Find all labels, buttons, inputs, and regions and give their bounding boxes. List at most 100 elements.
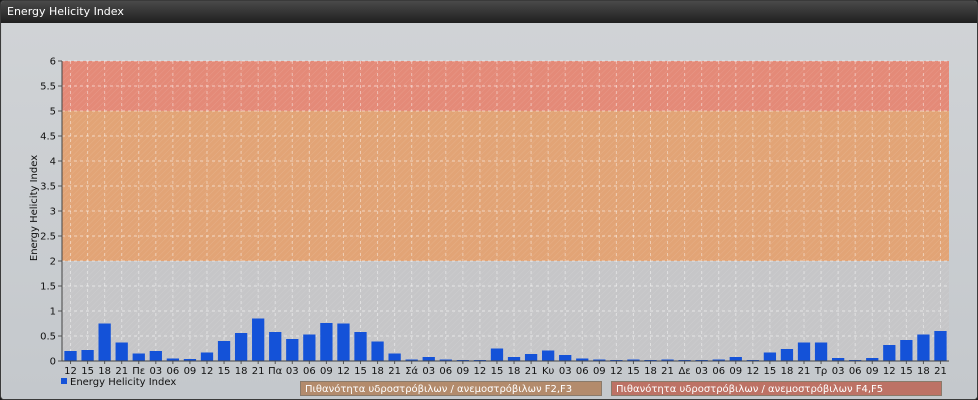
x-tick-label: 12 — [201, 366, 214, 377]
bar — [900, 340, 913, 361]
x-tick-label: 18 — [781, 366, 794, 377]
x-tick-label: 15 — [218, 366, 231, 377]
legend-swatch — [61, 378, 67, 384]
x-tick-label: Δε — [678, 366, 690, 377]
y-tick-label: 4 — [50, 157, 56, 168]
y-tick-label: 5.5 — [40, 82, 56, 93]
bar — [286, 339, 299, 361]
bar — [149, 351, 162, 361]
x-tick-label: 18 — [508, 366, 521, 377]
bar — [303, 334, 316, 361]
x-tick-label: 09 — [320, 366, 333, 377]
x-tick-label: 15 — [764, 366, 777, 377]
x-tick-label: 15 — [354, 366, 367, 377]
x-tick-label: 15 — [627, 366, 640, 377]
y-axis-label: Energy Helicity Index — [29, 155, 40, 261]
x-tick-label: 06 — [303, 366, 316, 377]
x-tick-label: 09 — [456, 366, 469, 377]
legend-label: Energy Helicity Index — [70, 377, 177, 388]
bar — [354, 332, 367, 361]
x-tick-label: 12 — [610, 366, 623, 377]
x-tick-label: 06 — [712, 366, 725, 377]
x-tick-label: 21 — [798, 366, 811, 377]
bar — [320, 323, 333, 361]
bar — [64, 351, 77, 361]
x-tick-label: 21 — [525, 366, 538, 377]
x-tick-label: Πα — [268, 366, 283, 377]
bar — [524, 354, 538, 361]
y-tick-label: 1.5 — [40, 282, 56, 293]
x-tick-label: 21 — [388, 366, 401, 377]
x-tick-label: 09 — [729, 366, 742, 377]
bar — [490, 348, 504, 361]
x-tick-label: 21 — [661, 366, 674, 377]
x-tick-label: 03 — [286, 366, 299, 377]
bar — [115, 342, 128, 361]
x-tick-label: 18 — [371, 366, 384, 377]
bar — [81, 350, 94, 361]
bar — [917, 334, 930, 361]
x-tick-label: 09 — [184, 366, 197, 377]
x-tick-label: 15 — [491, 366, 504, 377]
x-tick-label: 06 — [439, 366, 452, 377]
bar — [388, 353, 401, 361]
y-tick-label: 0.5 — [40, 332, 56, 343]
bar — [337, 323, 350, 361]
zone-legend-f4f5: Πιθανότητα υδροστρόβιλων / ανεμοστρόβιλω… — [611, 381, 942, 396]
x-tick-label: Κυ — [542, 366, 555, 377]
x-tick-label: 15 — [900, 366, 913, 377]
bar — [234, 333, 248, 361]
x-tick-label: 12 — [746, 366, 759, 377]
y-tick-label: 6 — [50, 57, 56, 68]
y-tick-label: 2 — [50, 257, 56, 268]
bar — [883, 345, 896, 361]
legend-entry: Energy Helicity Index — [61, 376, 176, 390]
bar — [371, 341, 384, 361]
x-tick-label: 03 — [422, 366, 435, 377]
x-tick-label: 21 — [934, 366, 947, 377]
x-tick-label: 03 — [832, 366, 845, 377]
bar — [422, 357, 435, 361]
x-tick-label: 03 — [559, 366, 572, 377]
y-tick-label: 1 — [50, 307, 56, 318]
bar — [542, 350, 555, 361]
bar — [132, 353, 145, 361]
bar — [217, 341, 231, 361]
x-tick-label: 21 — [252, 366, 265, 377]
x-tick-label: 12 — [337, 366, 350, 377]
zone-legend-f4f5-label: Πιθανότητα υδροστρόβιλων / ανεμοστρόβιλω… — [616, 384, 884, 395]
bar — [729, 357, 742, 361]
bar — [269, 332, 282, 361]
y-tick-label: 3 — [50, 207, 56, 218]
bar — [780, 349, 794, 361]
zone-legend-f2f3-label: Πιθανότητα υδροστρόβιλων / ανεμοστρόβιλω… — [305, 384, 573, 395]
y-tick-label: 5 — [50, 107, 56, 118]
x-tick-label: 09 — [866, 366, 879, 377]
chart-panel: Energy Helicity Index 0 0.5 1 1.5 2 2.5 3 3.5 4 4… — [0, 0, 978, 400]
x-tick-label: 06 — [576, 366, 589, 377]
x-tick-label: 18 — [235, 366, 248, 377]
bar — [200, 352, 214, 361]
x-tick-label: 12 — [474, 366, 487, 377]
x-tick-label: 09 — [593, 366, 606, 377]
y-tick-label: 0 — [50, 357, 56, 368]
x-tick-label: 06 — [849, 366, 862, 377]
zone-legend-f2f3: Πιθανότητα υδροστρόβιλων / ανεμοστρόβιλω… — [300, 381, 602, 396]
y-tick-label: 3.5 — [40, 182, 56, 193]
x-tick-label: 12 — [883, 366, 896, 377]
x-tick-label: 18 — [644, 366, 657, 377]
x-tick-label: 18 — [917, 366, 930, 377]
x-tick-label: Τρ — [814, 366, 827, 377]
x-tick-label: Σά — [405, 365, 418, 377]
bar — [797, 342, 811, 361]
y-tick-label: 2.5 — [40, 232, 56, 243]
x-tick-label: 03 — [695, 366, 708, 377]
bar — [559, 355, 572, 361]
bar — [252, 318, 265, 361]
bar — [934, 331, 947, 361]
bar — [814, 342, 828, 361]
bar — [507, 357, 521, 361]
bar — [763, 352, 777, 361]
bar — [98, 323, 111, 361]
ehi-chart: 00.511.522.533.544.555.5612 15 18 21 Πε 03 06 0… — [29, 57, 949, 377]
